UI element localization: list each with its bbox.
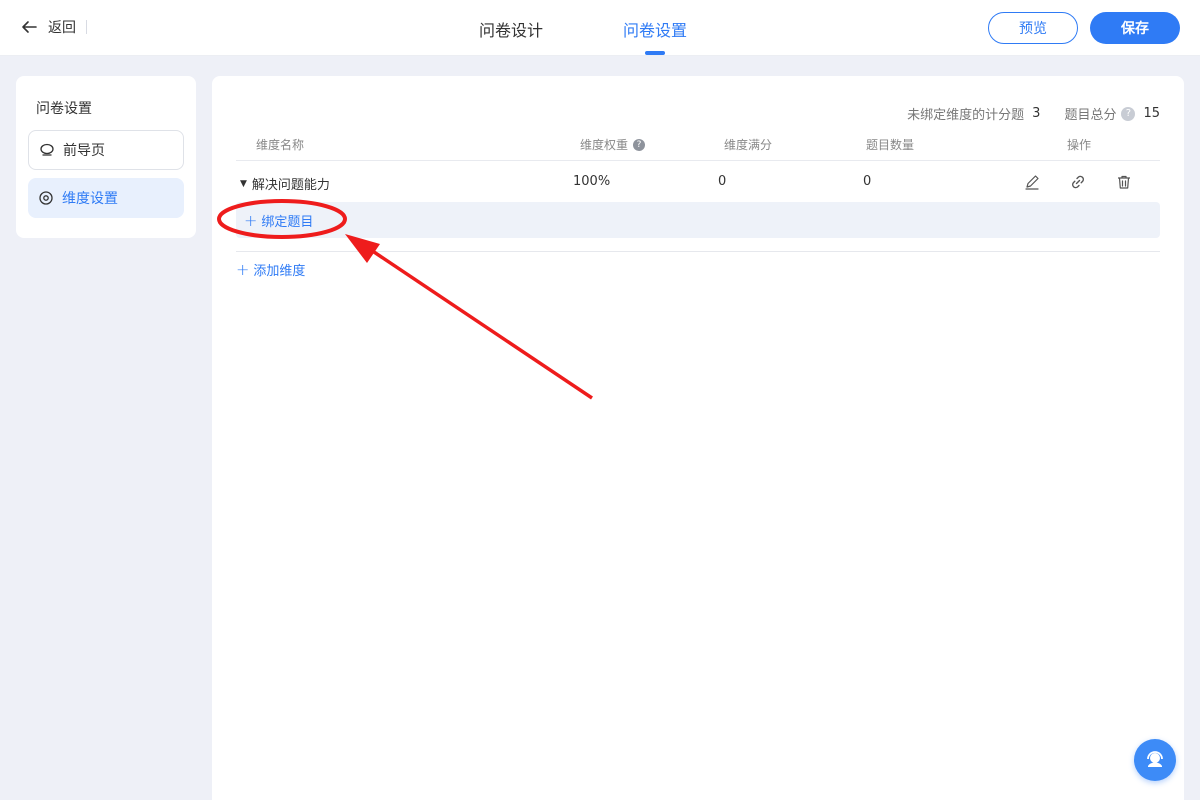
bind-question-row: + 绑定题目	[236, 202, 1160, 238]
bind-question-label: 绑定题目	[261, 215, 314, 230]
settings-sidebar: 问卷设置 前导页 维度设置	[16, 76, 196, 238]
header-dimension-weight: 维度权重 ?	[580, 136, 646, 153]
add-dimension-button[interactable]: + 添加维度	[236, 260, 305, 279]
dimension-question-count: 0	[863, 174, 872, 189]
unbound-label: 未绑定维度的计分题	[907, 108, 1025, 123]
total-score-value: 15	[1143, 106, 1160, 121]
link-icon[interactable]	[1068, 172, 1088, 192]
sidebar-item-dimension-settings[interactable]: 维度设置	[28, 178, 184, 218]
headset-icon	[1147, 751, 1163, 767]
top-bar: 返回 问卷设计 问卷设置 预览 保存	[0, 0, 1200, 56]
sidebar-item-label: 前导页	[63, 143, 105, 159]
header-dimension-name: 维度名称	[256, 138, 305, 152]
table-row: ▼ 解决问题能力 100% 0 0	[236, 162, 1160, 202]
dimension-name-cell[interactable]: ▼ 解决问题能力	[240, 174, 330, 193]
tab-questionnaire-settings[interactable]: 问卷设置	[623, 17, 687, 41]
arrow-left-icon	[22, 21, 37, 33]
pencil-icon[interactable]	[1022, 172, 1042, 192]
tab-questionnaire-design[interactable]: 问卷设计	[479, 17, 543, 41]
back-divider	[86, 20, 87, 34]
customer-service-button[interactable]	[1134, 739, 1176, 781]
header-actions: 操作	[1067, 138, 1092, 152]
help-icon[interactable]: ?	[1121, 106, 1136, 121]
caret-down-icon[interactable]: ▼	[240, 179, 247, 189]
bind-question-button[interactable]: + 绑定题目	[244, 211, 313, 230]
target-icon	[39, 191, 53, 205]
dimension-full-score: 0	[718, 174, 727, 189]
back-label: 返回	[48, 20, 76, 36]
trash-icon[interactable]	[1114, 172, 1134, 192]
save-button[interactable]: 保存	[1090, 12, 1180, 44]
add-dimension-label: 添加维度	[253, 264, 306, 279]
unbound-count: 3	[1032, 106, 1041, 121]
help-icon[interactable]: ?	[633, 138, 646, 151]
plus-icon: +	[236, 259, 250, 279]
sidebar-item-label: 维度设置	[62, 191, 118, 207]
sidebar-item-intro-page[interactable]: 前导页	[28, 130, 184, 170]
sidebar-title: 问卷设置	[36, 101, 92, 117]
plus-icon: +	[244, 210, 258, 230]
total-score-label: 题目总分	[1064, 108, 1117, 123]
dimension-weight: 100%	[573, 174, 611, 189]
header-full-score: 维度满分	[724, 138, 773, 152]
back-button[interactable]: 返回	[20, 17, 87, 37]
dimension-settings-panel: 未绑定维度的计分题 3 题目总分 ? 15 维度名称 维度权重 ? 维度满分 题…	[212, 76, 1184, 800]
table-header: 维度名称 维度权重 ? 维度满分 题目数量 操作	[236, 136, 1160, 161]
preview-button[interactable]: 预览	[988, 12, 1078, 44]
active-tab-indicator	[645, 51, 665, 55]
header-question-count: 题目数量	[866, 138, 915, 152]
divider	[236, 251, 1160, 252]
dimension-name: 解决问题能力	[251, 178, 330, 193]
chat-bubble-icon	[40, 143, 54, 156]
score-summary: 未绑定维度的计分题 3 题目总分 ? 15	[907, 104, 1160, 123]
header-weight-label: 维度权重	[580, 138, 629, 152]
